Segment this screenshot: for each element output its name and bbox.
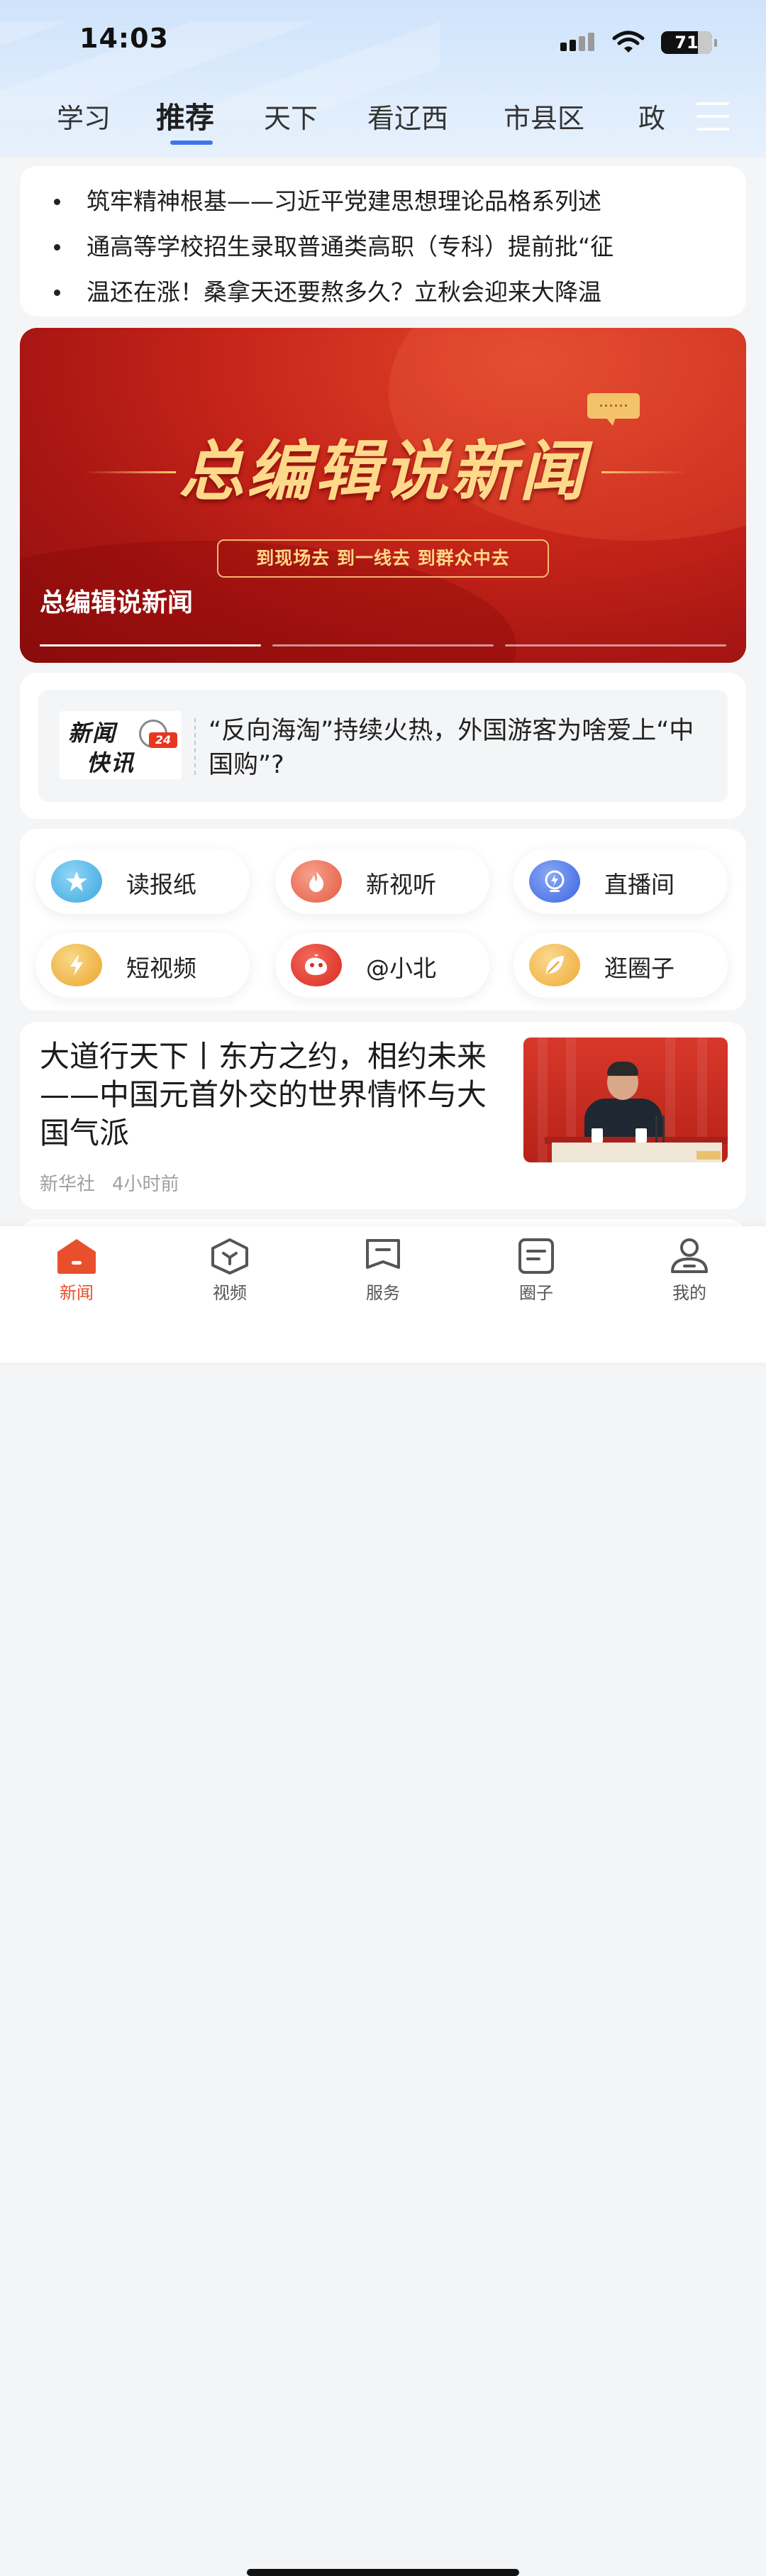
tab-label: 圈子 xyxy=(519,1283,553,1303)
header: 14:03 71 学习 推荐 天下 看辽西 市县区 政 xyxy=(0,0,766,158)
status-bar: 14:03 71 xyxy=(0,0,766,78)
star-icon xyxy=(51,860,102,903)
logo-text: 新闻 xyxy=(68,720,117,747)
shortcut-label: 直播间 xyxy=(604,871,675,898)
channel-tabs: 学习 推荐 天下 看辽西 市县区 政 xyxy=(0,92,681,149)
logo-badge: 24 xyxy=(149,732,177,748)
tab-label: 服务 xyxy=(366,1283,400,1303)
lightning-icon xyxy=(51,944,102,986)
shortcut-label: 短视频 xyxy=(126,954,196,982)
battery-icon: 71 xyxy=(661,31,717,54)
leaf-icon xyxy=(529,944,580,986)
news-flash[interactable]: 新闻 24 快讯 “反向海淘”持续火热，外国游客为啥爱上“中国购”? xyxy=(38,690,728,802)
article-card[interactable]: 大道行天下丨东方之约，相约未来——中国元首外交的世界情怀与大国气派 新华社 4小时… xyxy=(20,1022,746,1209)
menu-icon[interactable] xyxy=(696,102,729,131)
status-time: 14:03 xyxy=(79,23,169,54)
live-icon xyxy=(529,860,580,903)
banner-carousel[interactable]: ...... 总编辑说新闻 到现场去 到一线去 到群众中去 总编辑说新闻 xyxy=(20,328,746,663)
article-time: 4小时前 xyxy=(112,1174,179,1195)
bookmark-icon xyxy=(366,1239,400,1269)
tab-liaoxi[interactable]: 看辽西 xyxy=(367,97,448,136)
news-flash-text: “反向海淘”持续火热，外国游客为啥爱上“中国购”? xyxy=(209,717,694,779)
shortcut-live[interactable]: 直播间 xyxy=(514,849,728,914)
wifi-icon xyxy=(611,30,645,54)
tab-label: 视频 xyxy=(213,1283,247,1303)
banner-caption: 总编辑说新闻 xyxy=(40,588,194,617)
battery-level: 71 xyxy=(675,33,699,53)
tab-counties[interactable]: 市县区 xyxy=(504,97,584,136)
active-tab-indicator xyxy=(170,141,213,145)
tab-service[interactable]: 服务 xyxy=(340,1238,426,1316)
video-hexagon-icon xyxy=(211,1238,248,1275)
home-icon xyxy=(57,1239,96,1274)
carousel-dot-active xyxy=(40,644,261,646)
shortcut-label: 逛圈子 xyxy=(604,954,675,982)
whale-icon xyxy=(291,944,342,986)
headline-item[interactable]: 筑牢精神根基——习近平党建思想理论品格系列述 xyxy=(20,179,746,224)
tab-video[interactable]: 视频 xyxy=(187,1238,272,1316)
tab-label: 我的 xyxy=(672,1283,706,1303)
tab-me[interactable]: 我的 xyxy=(647,1238,732,1316)
carousel-dot xyxy=(272,644,494,646)
headline-list: 筑牢精神根基——习近平党建思想理论品格系列述 通高等学校招生录取普通类高职（专科… xyxy=(20,166,746,317)
tab-politics[interactable]: 政 xyxy=(638,97,665,136)
shortcut-label: 新视听 xyxy=(366,871,436,898)
article-thumbnail xyxy=(523,1037,728,1162)
tab-news[interactable]: 新闻 xyxy=(34,1238,119,1316)
carousel-indicators xyxy=(40,644,728,646)
chat-bubble-icon: ...... xyxy=(587,393,640,426)
shortcut-grid: 读报纸 新视听 直播间 短视频 @小北 逛圈子 xyxy=(20,829,746,1011)
shortcut-label: 读报纸 xyxy=(126,871,196,898)
tab-learn[interactable]: 学习 xyxy=(57,97,111,136)
shortcut-label: @小北 xyxy=(366,954,436,982)
article-title: 大道行天下丨东方之约，相约未来——中国元首外交的世界情怀与大国气派 xyxy=(40,1039,487,1150)
shortcut-newspaper[interactable]: 读报纸 xyxy=(35,849,250,914)
shortcut-av[interactable]: 新视听 xyxy=(275,849,489,914)
home-indicator xyxy=(247,2569,519,2576)
signal-icon xyxy=(560,33,600,54)
divider xyxy=(194,718,196,775)
tab-world[interactable]: 天下 xyxy=(264,97,318,136)
tab-recommend[interactable]: 推荐 xyxy=(156,94,214,136)
article-meta: 新华社 4小时前 xyxy=(40,1169,179,1196)
tab-circles[interactable]: 圈子 xyxy=(494,1238,579,1316)
flame-icon xyxy=(291,860,342,903)
banner-title: 总编辑说新闻 xyxy=(178,434,587,510)
shortcut-xiaobei[interactable]: @小北 xyxy=(275,932,489,998)
user-icon xyxy=(671,1238,708,1273)
carousel-dot xyxy=(505,644,726,646)
tab-label: 新闻 xyxy=(60,1283,94,1303)
headline-item[interactable]: 通高等学校招生录取普通类高职（专科）提前批“征 xyxy=(20,224,746,270)
news-flash-logo: 新闻 24 快讯 xyxy=(60,711,182,779)
shortcut-short-video[interactable]: 短视频 xyxy=(35,932,250,998)
chat-square-icon xyxy=(518,1238,554,1274)
bottom-tab-bar: 新闻 视频 服务 圈子 我的 xyxy=(0,1226,766,2576)
headline-item[interactable]: 温还在涨！桑拿天还要熬多久？立秋会迎来大降温 xyxy=(20,270,746,315)
shortcut-circles[interactable]: 逛圈子 xyxy=(514,932,728,998)
banner-slogan: 到现场去 到一线去 到群众中去 xyxy=(217,539,549,578)
news-flash-card: 新闻 24 快讯 “反向海淘”持续火热，外国游客为啥爱上“中国购”? xyxy=(20,673,746,819)
article-source: 新华社 xyxy=(40,1174,96,1195)
logo-text: 快讯 xyxy=(87,749,135,776)
